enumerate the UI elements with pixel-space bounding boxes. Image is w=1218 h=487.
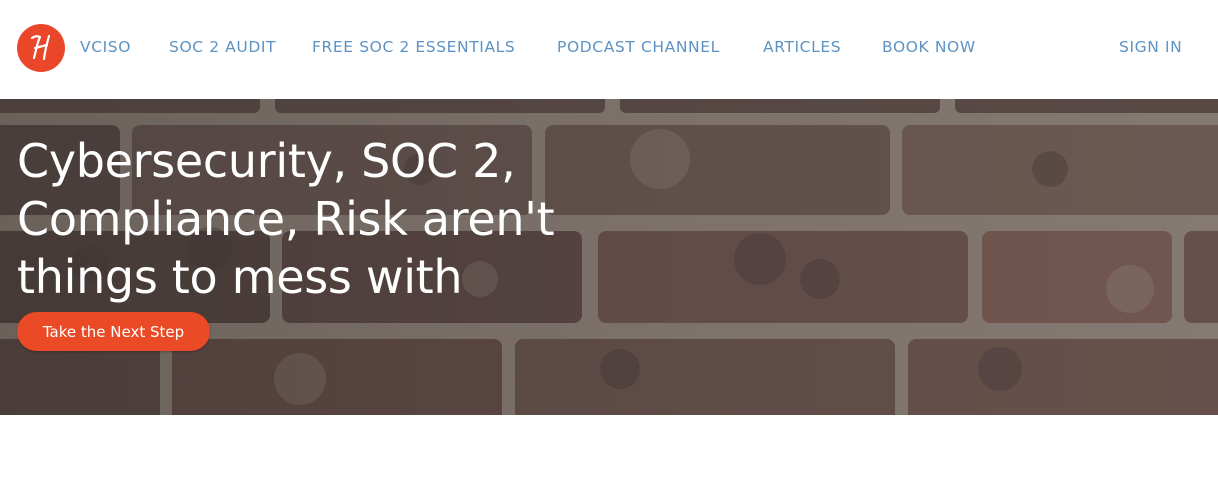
take-next-step-button[interactable]: Take the Next Step: [17, 312, 210, 351]
hero-headline: Cybersecurity, SOC 2, Compliance, Risk a…: [17, 132, 617, 306]
hero-headline-line-2: Compliance, Risk aren't: [17, 192, 555, 246]
nav-link-podcast-channel[interactable]: PODCAST CHANNEL: [557, 38, 720, 56]
nav-link-articles[interactable]: ARTICLES: [763, 38, 841, 56]
sign-in-link[interactable]: SIGN IN: [1119, 38, 1182, 56]
nav-link-book-now[interactable]: BOOK NOW: [882, 38, 976, 56]
brand-logo[interactable]: [17, 24, 65, 72]
nav-link-soc2-audit[interactable]: SOC 2 AUDIT: [169, 38, 276, 56]
page-body-blank: [0, 415, 1218, 487]
hero-banner: Cybersecurity, SOC 2, Compliance, Risk a…: [0, 99, 1218, 415]
nav-link-free-soc2-essentials[interactable]: FREE SOC 2 ESSENTIALS: [312, 38, 515, 56]
hero-headline-line-1: Cybersecurity, SOC 2,: [17, 134, 516, 188]
script-h-logo-icon: [30, 34, 51, 61]
top-navbar: VCISO SOC 2 AUDIT FREE SOC 2 ESSENTIALS …: [0, 0, 1218, 99]
nav-link-vciso[interactable]: VCISO: [80, 38, 131, 56]
hero-headline-line-3: things to mess with: [17, 250, 463, 304]
